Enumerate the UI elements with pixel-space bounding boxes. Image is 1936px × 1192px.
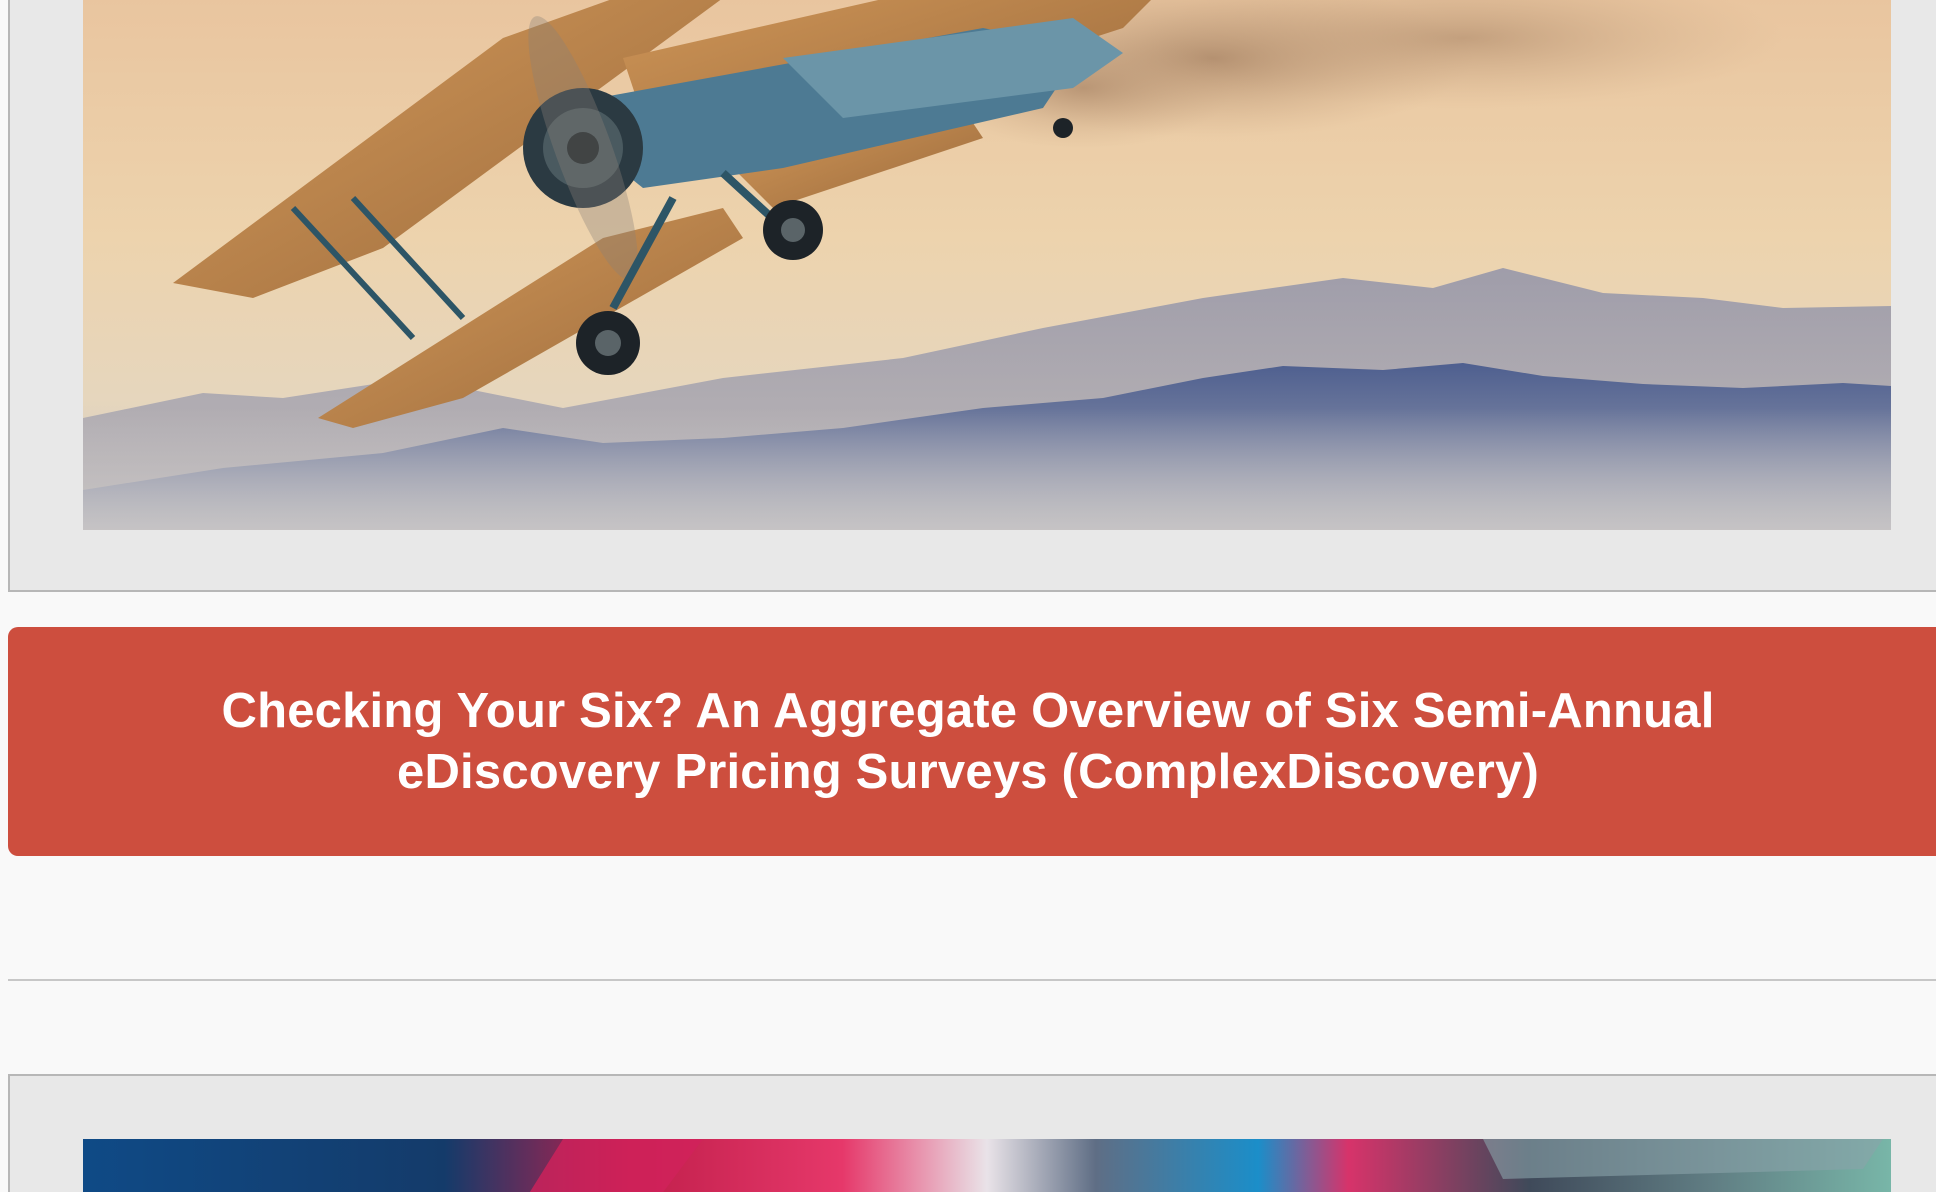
post-title-link[interactable]: Checking Your Six? An Aggregate Overview… (8, 627, 1936, 856)
post-card (8, 0, 1936, 592)
abstract-image (83, 1139, 1891, 1192)
post-title: Checking Your Six? An Aggregate Overview… (221, 683, 1715, 799)
section-divider (8, 979, 1936, 981)
next-post-image[interactable] (83, 1139, 1891, 1192)
page: Checking Your Six? An Aggregate Overview… (0, 0, 1936, 1192)
biplane-image (83, 0, 1891, 530)
next-post-card (8, 1074, 1936, 1192)
post-hero-image[interactable] (83, 0, 1891, 530)
